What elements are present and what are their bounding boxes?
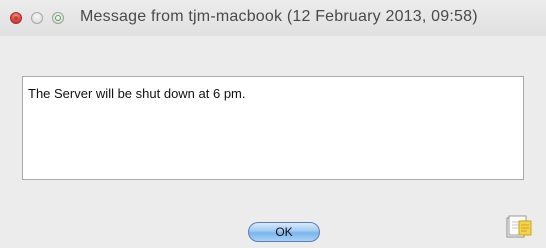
- message-window: Message from tjm-macbook (12 February 20…: [0, 0, 546, 248]
- zoom-button-icon[interactable]: [52, 12, 64, 24]
- minimize-button-icon[interactable]: [31, 12, 43, 24]
- notes-icon[interactable]: [506, 215, 532, 239]
- ok-button[interactable]: OK: [248, 222, 320, 242]
- message-text: The Server will be shut down at 6 pm.: [28, 86, 246, 101]
- window-title: Message from tjm-macbook (12 February 20…: [80, 8, 478, 25]
- message-text-area[interactable]: The Server will be shut down at 6 pm.: [22, 76, 524, 180]
- title-bar[interactable]: Message from tjm-macbook (12 February 20…: [0, 0, 546, 36]
- close-button-icon[interactable]: [10, 12, 22, 24]
